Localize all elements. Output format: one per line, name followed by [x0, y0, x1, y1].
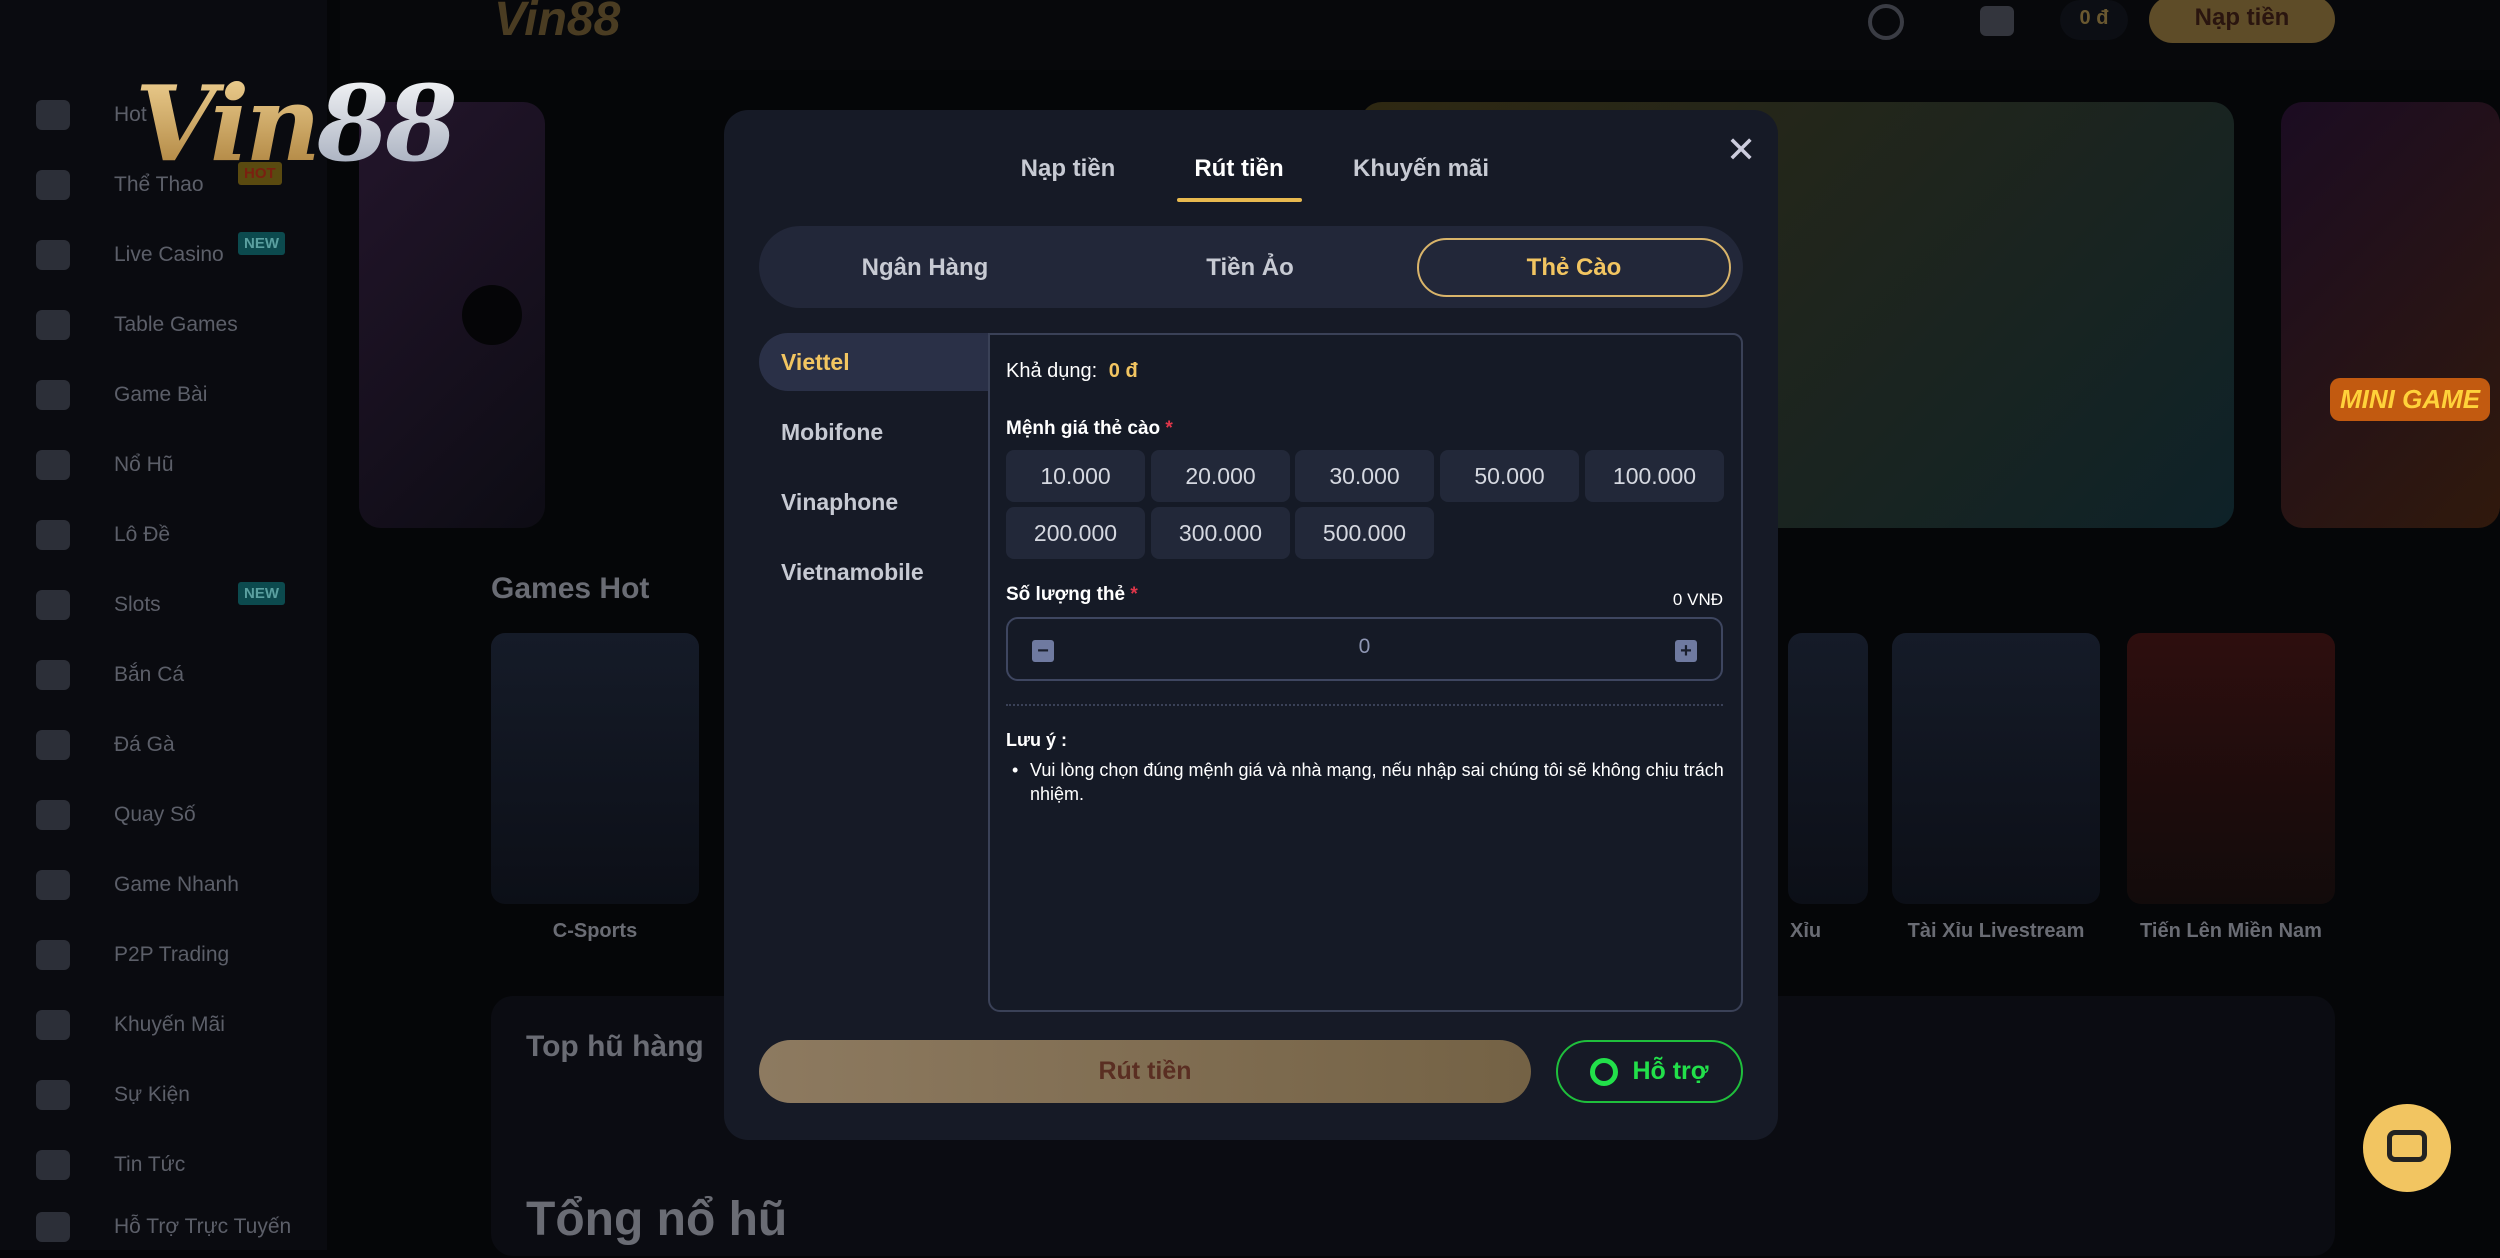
sidebar-item[interactable]: Live Casino NEW	[20, 224, 310, 286]
denomination-option[interactable]: 200.000	[1006, 507, 1145, 559]
category-icon	[36, 730, 70, 760]
chat-icon	[2387, 1130, 2427, 1162]
carrier-viettel[interactable]: Viettel	[759, 333, 988, 391]
denomination-option[interactable]: 100.000	[1585, 450, 1724, 502]
header: Vin88 0 đ Nạp tiền	[340, 0, 2500, 70]
denomination-option[interactable]: 30.000	[1295, 450, 1434, 502]
close-icon[interactable]: ✕	[1726, 132, 1756, 168]
search-icon[interactable]	[1868, 4, 1904, 40]
category-icon	[36, 1150, 70, 1180]
sidebar-item[interactable]: Lô Đề	[20, 504, 310, 566]
jackpot-total: Tổng nổ hũ	[526, 1193, 788, 1246]
denomination-label: Mệnh giá thẻ cào *	[1006, 418, 1173, 439]
sidebar-item[interactable]: Tin Tức	[20, 1134, 310, 1196]
sidebar-item[interactable]: Game Bài	[20, 364, 310, 426]
carrier-mobifone[interactable]: Mobifone	[759, 403, 988, 461]
game-label: Tiến Lên Miền Nam	[2140, 920, 2322, 942]
denomination-option[interactable]: 10.000	[1006, 450, 1145, 502]
game-card[interactable]	[1892, 633, 2100, 904]
mini-game-badge[interactable]: MINI GAME	[2330, 378, 2491, 421]
badge: NEW	[238, 582, 285, 605]
method-bank[interactable]: Ngân Hàng	[770, 238, 1080, 297]
category-icon	[36, 590, 70, 620]
denomination-option[interactable]: 20.000	[1151, 450, 1290, 502]
carrier-vietnamobile[interactable]: Vietnamobile	[759, 543, 988, 601]
withdraw-submit-button[interactable]: Rút tiền	[759, 1040, 1531, 1103]
sidebar: HotThể ThaoHOTLive CasinoNEWTable GamesG…	[0, 0, 327, 1250]
available-balance: Khả dụng: 0 đ	[1006, 360, 1138, 382]
category-icon	[36, 100, 70, 130]
carrier-vinaphone[interactable]: Vinaphone	[759, 473, 988, 531]
available-value: 0 đ	[1108, 360, 1138, 382]
sidebar-item[interactable]: Bắn Cá	[20, 644, 310, 706]
note-title: Lưu ý :	[1006, 730, 1068, 750]
category-icon	[36, 310, 70, 340]
banner-right[interactable]	[2281, 102, 2500, 528]
game-card[interactable]	[2127, 633, 2335, 904]
sidebar-item[interactable]: P2P Trading	[20, 924, 310, 986]
balance: 0 đ	[2060, 0, 2128, 40]
support-button[interactable]: Hỗ trợ	[1556, 1040, 1743, 1103]
category-icon	[36, 520, 70, 550]
active-tab-indicator	[1177, 198, 1302, 202]
total-amount: 0 VNĐ	[1672, 590, 1723, 609]
header-logo: Vin88	[494, 0, 621, 46]
sidebar-item[interactable]: Slots NEW	[20, 574, 310, 636]
sidebar-item[interactable]: Table Games	[20, 294, 310, 356]
jackpot-title: Top hũ hàng	[526, 1030, 704, 1063]
game-label: Xỉu	[1790, 920, 1822, 942]
category-icon	[36, 660, 70, 690]
category-icon	[36, 450, 70, 480]
category-icon	[36, 940, 70, 970]
sidebar-item[interactable]: Quay Số	[20, 784, 310, 846]
category-icon	[36, 1010, 70, 1040]
divider	[1006, 704, 1723, 706]
game-label: C-Sports	[552, 920, 638, 942]
sidebar-item[interactable]: Đá Gà	[20, 714, 310, 776]
plus-icon[interactable]: +	[1675, 640, 1697, 662]
badge: NEW	[238, 232, 285, 255]
category-icon	[36, 380, 70, 410]
tab-withdraw[interactable]: Rút tiền	[1194, 155, 1283, 183]
headset-icon	[1590, 1057, 1619, 1086]
game-card[interactable]	[1788, 633, 1868, 904]
game-card[interactable]	[491, 633, 699, 904]
method-crypto[interactable]: Tiền Ảo	[1095, 238, 1405, 297]
chat-support-icon	[36, 1212, 70, 1242]
category-icon	[36, 1080, 70, 1110]
header-deposit-button[interactable]: Nạp tiền	[2149, 0, 2335, 43]
method-scratch-card[interactable]: Thẻ Cào	[1417, 238, 1731, 297]
jersey-icon[interactable]	[1980, 6, 2014, 36]
vin88-logo: Vin88	[135, 62, 458, 185]
note-list: • Vui lòng chọn đúng mệnh giá và nhà mạng…	[1012, 758, 1730, 806]
denomination-option[interactable]: 300.000	[1151, 507, 1290, 559]
quantity-stepper[interactable]: − 0 +	[1006, 617, 1723, 681]
denomination-option[interactable]: 500.000	[1295, 507, 1434, 559]
note-item: • Vui lòng chọn đúng mệnh giá và nhà mạng…	[1012, 760, 1724, 804]
category-icon	[36, 800, 70, 830]
quantity-label: Số lượng thẻ *	[1006, 584, 1138, 605]
chat-button[interactable]	[2363, 1104, 2451, 1192]
sidebar-item[interactable]: Nổ Hũ	[20, 434, 310, 496]
denomination-option[interactable]: 50.000	[1440, 450, 1579, 502]
sidebar-item-support[interactable]: Hỗ Trợ Trực Tuyến	[20, 1196, 310, 1258]
games-hot-title: Games Hot	[491, 572, 650, 605]
sidebar-item[interactable]: Khuyến Mãi	[20, 994, 310, 1056]
sidebar-item[interactable]: Game Nhanh	[20, 854, 310, 916]
category-icon	[36, 240, 70, 270]
category-icon	[36, 170, 70, 200]
category-icon	[36, 870, 70, 900]
sidebar-item[interactable]: Sự Kiện	[20, 1064, 310, 1126]
tab-promotions[interactable]: Khuyến mãi	[1353, 155, 1489, 183]
banner-prev-button[interactable]	[462, 285, 522, 345]
game-label: Tài Xỉu Livestream	[1907, 920, 2085, 942]
tab-deposit[interactable]: Nạp tiền	[1021, 155, 1116, 183]
quantity-input[interactable]: 0	[1008, 635, 1721, 659]
